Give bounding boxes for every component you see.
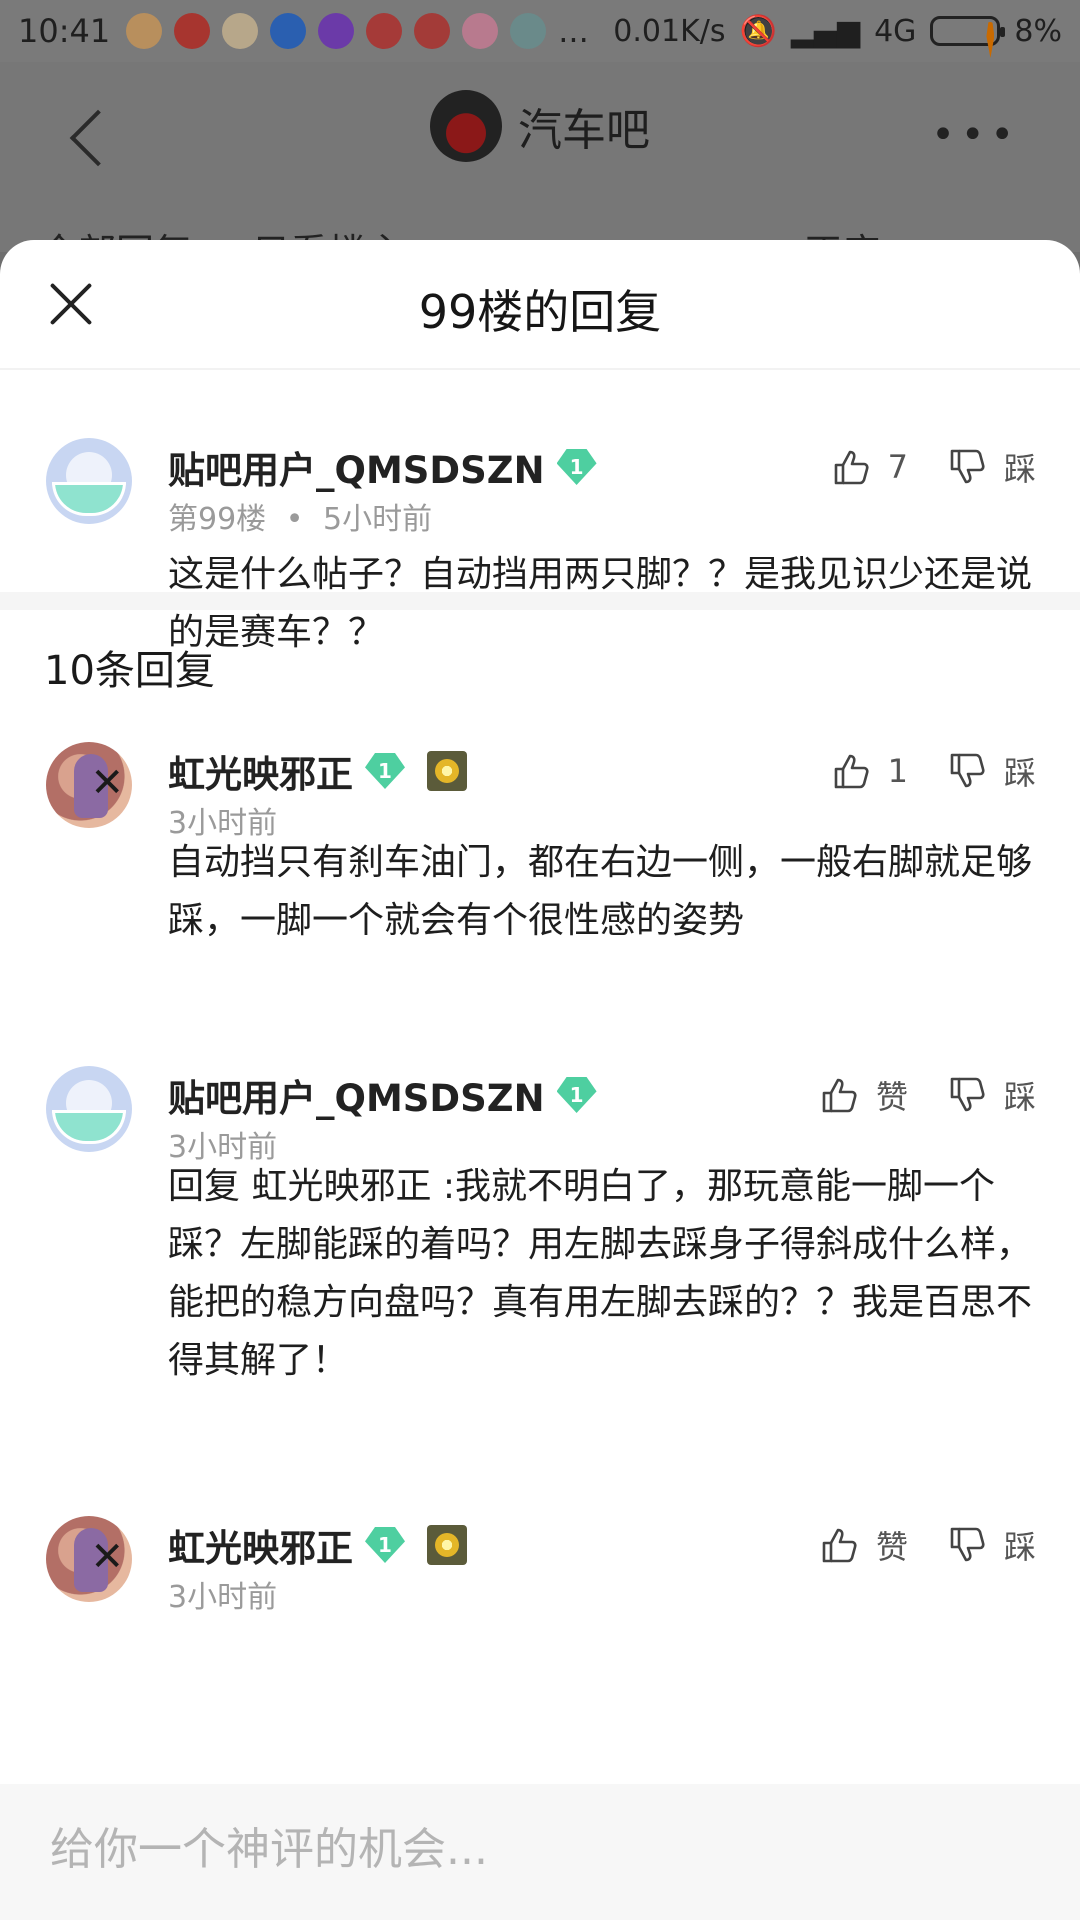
username-text: 虹光映邪正 <box>168 1527 353 1570</box>
like-label: 赞 <box>875 1528 908 1566</box>
like-button[interactable]: 赞 <box>820 1522 908 1568</box>
like-button[interactable]: 7 <box>832 447 908 487</box>
dislike-label: 踩 <box>1003 1528 1036 1566</box>
thumbs-down-icon <box>950 1077 985 1112</box>
dislike-button[interactable]: 踩 <box>948 444 1036 490</box>
notification-icons: ... <box>126 12 589 50</box>
level-badge: 1 <box>556 449 597 485</box>
network-speed: 0.01K/s <box>613 13 726 49</box>
reply-text: 自动挡只有刹车油门，都在右边一侧，一般右脚就足够踩，一脚一个就会有个很性感的姿势 <box>168 842 1033 941</box>
sheet-title: 99楼的回复 <box>418 285 662 339</box>
app-notification-icon <box>462 13 499 49</box>
reply-count: 10条回复 <box>44 648 215 694</box>
back-button[interactable] <box>60 98 120 178</box>
medal-icon <box>427 1525 467 1565</box>
dislike-label: 踩 <box>1003 1078 1036 1116</box>
dislike-button[interactable]: 踩 <box>948 1072 1036 1118</box>
floor-number: 第99楼 <box>168 502 267 537</box>
thumbs-up-icon <box>822 1528 857 1563</box>
level-badge: 1 <box>556 1077 597 1113</box>
reply-actions: 1 踩 <box>832 748 1036 794</box>
thumbs-down-icon <box>950 753 985 788</box>
medal-icon <box>427 751 467 791</box>
network-type: 4G <box>874 13 917 49</box>
username-text: 虹光映邪正 <box>168 753 353 796</box>
forum-name: 汽车吧 <box>518 105 650 156</box>
app-notification-icon <box>174 13 211 49</box>
dislike-label: 踩 <box>1003 450 1036 488</box>
username-text: 贴吧用户_QMSDSZN <box>168 1077 545 1120</box>
username[interactable]: 虹光映邪正 1 <box>168 744 467 798</box>
reply-actions: 赞 踩 <box>820 1072 1036 1118</box>
app-notification-icon <box>366 13 403 49</box>
thumbs-down-icon <box>950 1527 985 1562</box>
mute-icon: 🔕 <box>739 13 777 49</box>
avatar[interactable]: ✕ <box>46 742 132 828</box>
username[interactable]: 虹光映邪正 1 <box>168 1518 467 1572</box>
level-badge: 1 <box>365 753 405 789</box>
app-notification-icon <box>414 13 451 49</box>
like-label: 1 <box>887 752 908 790</box>
post-time: 5小时前 <box>322 502 433 537</box>
reply-text: 回复 虹光映邪正 :我就不明白了，那玩意能一脚一个踩？左脚能踩的着吗？用左脚去踩… <box>168 1166 1033 1381</box>
post-meta: 第99楼 • 5小时前 <box>168 494 432 538</box>
reply-time: 3小时前 <box>168 1580 278 1615</box>
app-notification-icon <box>222 13 259 49</box>
signal-icon: ▂▄▆ <box>790 13 861 49</box>
battery-icon <box>930 16 1006 58</box>
sheet-header: 99楼的回复 <box>0 240 1080 370</box>
forum-title[interactable]: 汽车吧 <box>430 90 650 162</box>
like-button[interactable]: 1 <box>832 751 908 791</box>
avatar[interactable]: ✕ <box>46 1516 132 1602</box>
dislike-button[interactable]: 踩 <box>948 748 1036 794</box>
status-time: 10:41 <box>18 12 111 50</box>
app-notification-icon <box>510 13 547 49</box>
avatar[interactable] <box>46 438 132 524</box>
thumbs-up-icon <box>834 450 869 485</box>
app-notification-icon <box>318 13 355 49</box>
comment-input[interactable] <box>50 1824 1030 1875</box>
more-notifications: ... <box>558 12 589 50</box>
dislike-label: 踩 <box>1003 754 1036 792</box>
avatar[interactable] <box>46 1066 132 1152</box>
forum-avatar <box>430 90 502 162</box>
like-label: 赞 <box>875 1078 908 1116</box>
username[interactable]: 贴吧用户_QMSDSZN 1 <box>168 440 597 494</box>
thumbs-down-icon <box>950 449 985 484</box>
app-notification-icon <box>270 13 307 49</box>
thumbs-up-icon <box>834 754 869 789</box>
post-actions: 7 踩 <box>832 444 1036 490</box>
battery-percent: 8% <box>1014 13 1062 49</box>
dislike-button[interactable]: 踩 <box>948 1522 1036 1568</box>
username[interactable]: 贴吧用户_QMSDSZN 1 <box>168 1068 597 1122</box>
more-options-button[interactable]: ••• <box>931 112 1020 158</box>
forum-header: 汽车吧 ••• 全部回复 只看楼主 正序 <box>0 62 1080 275</box>
meta-separator: • <box>285 502 304 537</box>
like-count: 7 <box>887 448 908 486</box>
like-button[interactable]: 赞 <box>820 1072 908 1118</box>
level-badge: 1 <box>365 1527 405 1563</box>
comment-input-bar <box>0 1784 1080 1920</box>
section-divider <box>0 592 1080 610</box>
app-notification-icon <box>126 13 163 49</box>
status-bar: 10:41 ... 0.01K/s 🔕 ▂▄▆ 4G 8% <box>0 0 1080 62</box>
reply-sheet: 99楼的回复 贴吧用户_QMSDSZN 1 第99楼 • 5小时前 7 踩 这是… <box>0 240 1080 1920</box>
reply-actions: 赞 踩 <box>820 1522 1036 1568</box>
username-text: 贴吧用户_QMSDSZN <box>168 449 545 492</box>
thumbs-up-icon <box>822 1078 857 1113</box>
